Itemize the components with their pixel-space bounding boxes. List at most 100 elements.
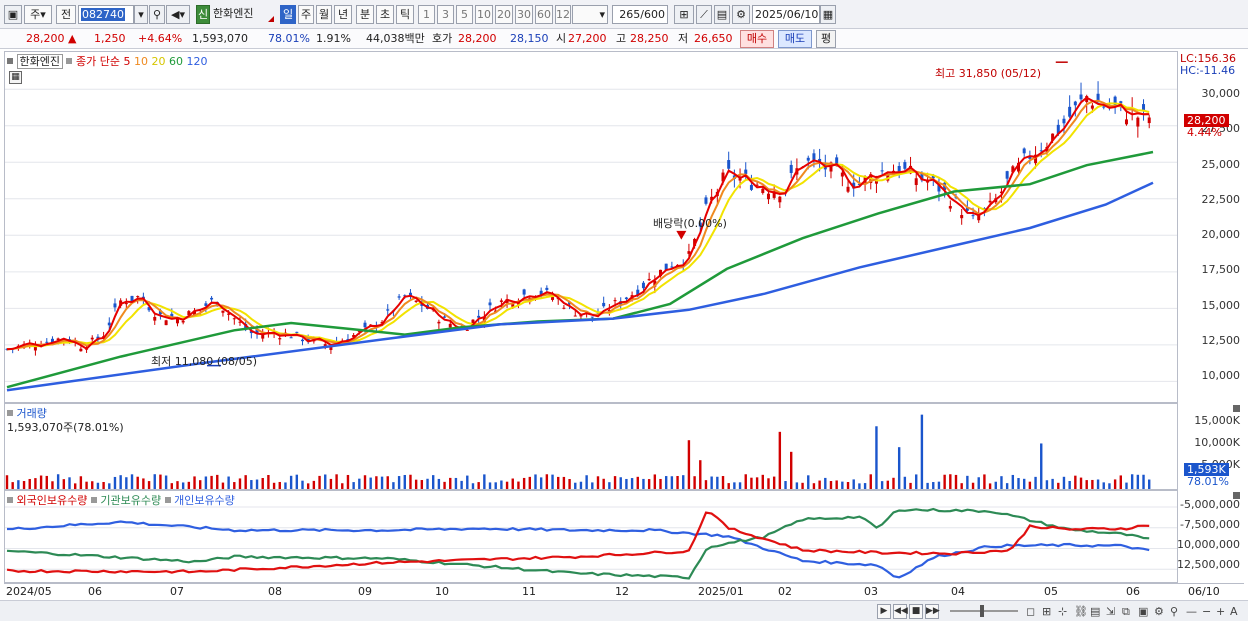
search-icon[interactable]: ⚲ — [1170, 604, 1178, 619]
interval-20[interactable]: 20 — [495, 5, 513, 24]
volume-bar — [164, 475, 168, 489]
search-icon[interactable]: ⚲ — [149, 5, 165, 24]
candle-body — [79, 348, 83, 352]
trade-amount: 44,038백만 — [366, 32, 425, 45]
calendar-icon[interactable]: ▦ — [820, 5, 836, 24]
volume-bar — [659, 478, 662, 489]
interval-30[interactable]: 30 — [515, 5, 533, 24]
volume-pane[interactable]: 거래량 1,593,070주(78.01%) — [4, 403, 1178, 490]
sell-button[interactable]: 매도 — [778, 30, 812, 48]
buy-button[interactable]: 매수 — [740, 30, 774, 48]
pane-close-icon[interactable] — [1233, 405, 1240, 412]
turnover: 1.91% — [316, 32, 351, 45]
volume-bar — [716, 476, 719, 489]
date-input[interactable]: 2025/06/10 — [752, 5, 820, 24]
table-icon[interactable]: ▦ — [9, 71, 22, 84]
y-label: 20,000 — [1201, 228, 1241, 241]
volume-bar — [608, 482, 611, 489]
image-icon[interactable]: ▣ — [1138, 604, 1148, 619]
interval-60[interactable]: 60 — [535, 5, 553, 24]
volume-bar — [761, 474, 764, 489]
zoom-reset-icon[interactable]: ◻ — [1026, 604, 1035, 619]
candle-body — [914, 178, 918, 186]
volume-bar — [301, 480, 304, 489]
holdings-pane[interactable]: 외국인보유수량 기관보유수량 개인보유수량 — [4, 490, 1178, 583]
legend-individual[interactable]: 개인보유수량 — [174, 494, 235, 507]
draw-line-icon[interactable]: ⟋ — [696, 5, 712, 24]
volume-bar — [835, 480, 838, 489]
candle-body — [45, 341, 49, 343]
candle-body — [448, 323, 452, 328]
volume-bar — [642, 478, 645, 489]
legend-institution[interactable]: 기관보유수량 — [100, 494, 161, 507]
plus-icon[interactable]: + — [1216, 604, 1225, 619]
period-minute[interactable]: 분 — [356, 5, 374, 24]
legend-ma20[interactable]: 20 — [151, 55, 165, 68]
legend-ma10[interactable]: 10 — [134, 55, 148, 68]
volume-bar — [738, 482, 742, 489]
layout-icon[interactable]: ▣ — [4, 5, 22, 24]
fit-icon[interactable]: ⊞ — [1042, 604, 1051, 619]
chart-tools-icon[interactable]: ⊞ — [674, 5, 694, 24]
interval-120[interactable]: 120 — [555, 5, 571, 24]
stock-code-input[interactable]: 082740 — [78, 5, 134, 24]
font-size-icon[interactable]: A — [1230, 604, 1238, 619]
interval-1[interactable]: 1 — [418, 5, 435, 24]
candle-body — [465, 329, 469, 331]
volume-bar — [39, 475, 43, 489]
speaker-icon[interactable]: ◀▾ — [166, 5, 190, 24]
legend-ma5[interactable]: 5 — [123, 55, 130, 68]
candle-body — [386, 309, 390, 311]
link-icon[interactable]: ⛓ — [1074, 604, 1088, 619]
view-mode-select[interactable]: 주▾ — [24, 5, 52, 24]
candle-body — [551, 297, 555, 300]
crosshair-icon[interactable]: ⊹ — [1058, 604, 1067, 619]
volume-bar — [687, 440, 691, 489]
code-dropdown-icon[interactable]: ▾ — [134, 5, 148, 24]
zoom-out-icon[interactable]: — — [1186, 604, 1197, 619]
period-week[interactable]: 주 — [298, 5, 314, 24]
interval-custom-select[interactable]: ▾ — [572, 5, 608, 24]
minus-icon[interactable]: − — [1202, 604, 1211, 619]
legend-foreign[interactable]: 외국인보유수량 — [17, 494, 88, 507]
candle-body — [300, 339, 304, 342]
x-axis: 2024/05 06 07 08 09 10 11 12 2025/01 02 … — [4, 583, 1244, 600]
period-month[interactable]: 월 — [316, 5, 332, 24]
interval-10[interactable]: 10 — [475, 5, 493, 24]
count-input[interactable]: 265/600 — [612, 5, 668, 24]
copy-icon[interactable]: ⧉ — [1122, 604, 1130, 619]
price-type-button[interactable]: 전 — [56, 5, 76, 24]
eval-button[interactable]: 평 — [816, 30, 836, 48]
scroll-right-icon[interactable]: ▶ — [877, 604, 891, 619]
period-tick[interactable]: 틱 — [396, 5, 414, 24]
volume-bar — [244, 475, 247, 489]
period-year[interactable]: 년 — [334, 5, 352, 24]
candle-body — [437, 321, 441, 324]
zoom-slider-handle[interactable] — [980, 605, 984, 617]
gear-icon[interactable]: ⚙ — [732, 5, 750, 24]
x-label: 06 — [88, 585, 102, 598]
volume-bar — [579, 481, 583, 489]
period-second[interactable]: 초 — [376, 5, 394, 24]
forward-icon[interactable]: ▶▶ — [925, 604, 940, 619]
legend-indicator[interactable]: 종가 단순 — [76, 55, 120, 68]
legend-ma60[interactable]: 60 — [169, 55, 183, 68]
zoom-track[interactable] — [950, 610, 1018, 612]
rewind-icon[interactable]: ◀◀ — [893, 604, 908, 619]
volume-bar — [778, 431, 782, 489]
volume-bar — [653, 474, 657, 489]
legend-stock-name[interactable]: 한화엔진 — [16, 54, 63, 69]
volume-bar — [437, 478, 441, 489]
ma5-line — [6, 96, 1150, 351]
legend-ma120[interactable]: 120 — [186, 55, 207, 68]
stop-icon[interactable]: ■ — [909, 604, 923, 619]
export-icon[interactable]: ⇲ — [1106, 604, 1115, 619]
print-icon[interactable]: ▤ — [1090, 604, 1100, 619]
gear-icon[interactable]: ⚙ — [1154, 604, 1164, 619]
period-day[interactable]: 일 — [280, 5, 296, 24]
price-pane[interactable]: 한화엔진 종가 단순 5 10 20 60 120 ▦ 최고 31,850 (0… — [4, 51, 1178, 403]
interval-5[interactable]: 5 — [456, 5, 473, 24]
save-icon[interactable]: ▤ — [714, 5, 730, 24]
interval-3[interactable]: 3 — [437, 5, 454, 24]
candle-body — [1124, 119, 1128, 125]
